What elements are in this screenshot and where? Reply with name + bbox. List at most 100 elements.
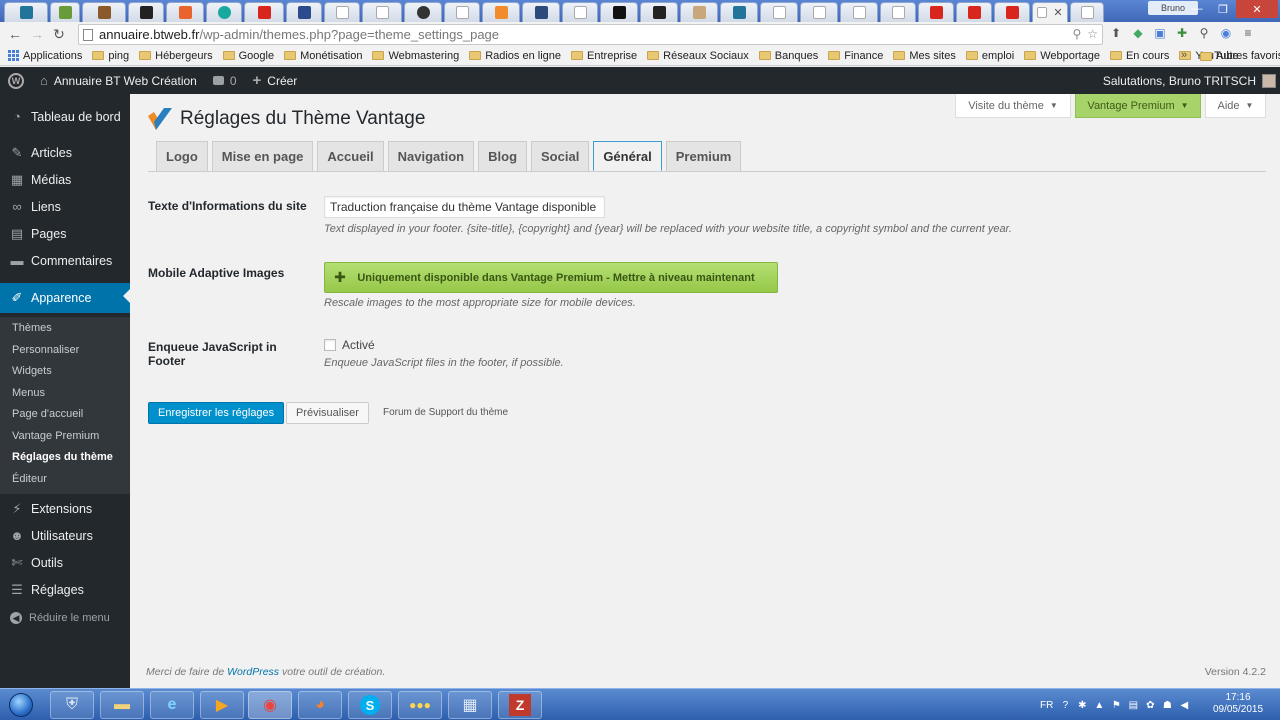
bookmarks-overflow-button[interactable]: » bbox=[1181, 49, 1187, 61]
taskbar-app[interactable]: S bbox=[348, 691, 392, 719]
browser-tab-active[interactable]: ✕ bbox=[1032, 2, 1068, 22]
wordpress-link[interactable]: WordPress bbox=[227, 666, 279, 678]
collapse-menu-button[interactable]: ◀ Réduire le menu bbox=[10, 612, 110, 624]
bookmark-folder[interactable]: Webportage bbox=[1024, 50, 1100, 62]
browser-tab[interactable] bbox=[840, 2, 878, 22]
tab-logo[interactable]: Logo bbox=[156, 141, 208, 171]
taskbar-app[interactable]: ●●● bbox=[398, 691, 442, 719]
submenu-item-editor[interactable]: Éditeur bbox=[12, 473, 47, 485]
bookmark-folder[interactable]: emploi bbox=[965, 50, 1014, 62]
submenu-item-theme-settings[interactable]: Réglages du thème bbox=[12, 451, 113, 463]
my-account-menu[interactable]: Salutations, Bruno TRITSCH bbox=[1103, 67, 1276, 94]
wp-logo-menu[interactable]: W bbox=[0, 67, 32, 94]
bookmark-folder[interactable]: Hébergeurs bbox=[139, 50, 213, 62]
sidebar-item-articles[interactable]: ✎ Articles bbox=[0, 139, 130, 166]
system-clock[interactable]: 17:16 09/05/2015 bbox=[1208, 692, 1268, 716]
menu-icon[interactable]: ≡ bbox=[1240, 25, 1256, 41]
comments-link[interactable]: 0 bbox=[205, 67, 245, 94]
bookmark-folder[interactable]: Monétisation bbox=[284, 50, 362, 62]
browser-tab[interactable] bbox=[880, 2, 916, 22]
link-icon[interactable]: ⚲ bbox=[1072, 27, 1081, 41]
close-tab-icon[interactable]: ✕ bbox=[1053, 6, 1062, 19]
restore-icon[interactable]: ❐ bbox=[1210, 0, 1236, 18]
tab-blog[interactable]: Blog bbox=[478, 141, 528, 171]
browser-tab[interactable] bbox=[206, 2, 242, 22]
browser-tab[interactable] bbox=[760, 2, 798, 22]
support-forum-link[interactable]: Forum de Support du thème bbox=[383, 407, 508, 418]
browser-tab[interactable] bbox=[166, 2, 204, 22]
browser-tab[interactable] bbox=[956, 2, 992, 22]
browser-tab[interactable] bbox=[82, 2, 126, 22]
tab-navigation[interactable]: Navigation bbox=[387, 141, 475, 171]
language-indicator[interactable]: FR bbox=[1040, 700, 1053, 711]
close-window-icon[interactable]: ✕ bbox=[1236, 0, 1278, 18]
bookmark-apps[interactable]: Applications bbox=[8, 50, 82, 62]
bookmark-folder[interactable]: Réseaux Sociaux bbox=[647, 50, 749, 62]
bookmark-folder[interactable]: Webmastering bbox=[372, 50, 459, 62]
taskbar-app[interactable]: ▬ bbox=[100, 691, 144, 719]
browser-tab[interactable] bbox=[286, 2, 322, 22]
start-button[interactable] bbox=[4, 691, 38, 719]
forward-icon[interactable]: → bbox=[26, 26, 48, 42]
enqueue-js-option[interactable]: Activé bbox=[324, 338, 375, 352]
new-content-menu[interactable]: + Créer bbox=[245, 67, 306, 94]
sidebar-item-comments[interactable]: ▬ Commentaires bbox=[0, 247, 130, 274]
tray-app-icon[interactable]: ☗ bbox=[1162, 700, 1172, 711]
browser-tab[interactable] bbox=[324, 2, 360, 22]
site-info-input[interactable] bbox=[324, 196, 605, 218]
bookmark-folder[interactable]: Google bbox=[222, 50, 274, 62]
extension-icon[interactable]: ✚ bbox=[1174, 25, 1190, 41]
browser-tab[interactable] bbox=[720, 2, 758, 22]
tab-premium[interactable]: Premium bbox=[665, 141, 742, 171]
tab-layout[interactable]: Mise en page bbox=[211, 141, 314, 171]
browser-tab[interactable] bbox=[994, 2, 1030, 22]
site-name-link[interactable]: ⌂ Annuaire BT Web Création bbox=[32, 67, 205, 94]
browser-tab[interactable] bbox=[600, 2, 638, 22]
submenu-item-customize[interactable]: Personnaliser bbox=[12, 344, 79, 356]
new-tab-button[interactable] bbox=[1070, 2, 1104, 22]
save-settings-button[interactable]: Enregistrer les réglages bbox=[148, 402, 285, 424]
volume-icon[interactable]: ◀ bbox=[1179, 700, 1189, 711]
download-icon[interactable]: ⬆ bbox=[1108, 25, 1124, 41]
taskbar-app-chrome[interactable]: ◉ bbox=[248, 691, 292, 719]
browser-tab[interactable] bbox=[680, 2, 718, 22]
back-icon[interactable]: ← bbox=[4, 26, 26, 42]
search-icon[interactable]: ⚲ bbox=[1196, 25, 1212, 41]
taskbar-app[interactable]: ▶ bbox=[200, 691, 244, 719]
network-icon[interactable]: ▤ bbox=[1128, 700, 1138, 711]
extension-icon[interactable]: ▣ bbox=[1152, 25, 1168, 41]
browser-tab[interactable] bbox=[800, 2, 838, 22]
sidebar-item-media[interactable]: ▦ Médias bbox=[0, 166, 130, 193]
browser-tab[interactable] bbox=[362, 2, 402, 22]
sidebar-item-dashboard[interactable]: ◔ Tableau de bord bbox=[0, 103, 130, 130]
preview-button[interactable]: Prévisualiser bbox=[286, 402, 369, 424]
bookmark-folder[interactable]: Mes sites bbox=[893, 50, 956, 62]
reload-icon[interactable]: ↻ bbox=[48, 26, 70, 43]
minimize-icon[interactable]: — bbox=[1184, 0, 1210, 18]
tab-general[interactable]: Général bbox=[593, 141, 662, 171]
upgrade-premium-button[interactable]: ✚ Uniquement disponible dans Vantage Pre… bbox=[324, 262, 778, 293]
taskbar-app[interactable]: ⛨ bbox=[50, 691, 94, 719]
submenu-item-vantage-premium[interactable]: Vantage Premium bbox=[12, 430, 99, 442]
browser-tab[interactable] bbox=[918, 2, 954, 22]
sidebar-item-appearance[interactable]: ✐ Apparence bbox=[0, 283, 130, 313]
taskbar-app[interactable]: Z bbox=[498, 691, 542, 719]
bookmark-folder[interactable]: Entreprise bbox=[571, 50, 637, 62]
help-button[interactable]: Aide ▼ bbox=[1205, 94, 1266, 118]
enqueue-js-checkbox[interactable] bbox=[324, 339, 336, 351]
bookmark-folder[interactable]: Banques bbox=[758, 50, 818, 62]
help-icon[interactable]: ? bbox=[1060, 700, 1070, 711]
bookmark-folder[interactable]: ping bbox=[92, 50, 129, 62]
submenu-item-homepage[interactable]: Page d'accueil bbox=[12, 408, 83, 420]
tab-social[interactable]: Social bbox=[531, 141, 590, 171]
sidebar-item-pages[interactable]: ▤ Pages bbox=[0, 220, 130, 247]
submenu-item-menus[interactable]: Menus bbox=[12, 387, 45, 399]
extension-icon[interactable]: ◉ bbox=[1218, 25, 1234, 41]
other-bookmarks[interactable]: Autres favoris bbox=[1200, 46, 1280, 66]
browser-tab[interactable] bbox=[482, 2, 520, 22]
sidebar-item-links[interactable]: ∞ Liens bbox=[0, 193, 130, 220]
sidebar-item-users[interactable]: ☻ Utilisateurs bbox=[0, 522, 130, 549]
browser-tab[interactable] bbox=[50, 2, 80, 22]
browser-tab[interactable] bbox=[128, 2, 164, 22]
taskbar-app[interactable]: ▦ bbox=[448, 691, 492, 719]
